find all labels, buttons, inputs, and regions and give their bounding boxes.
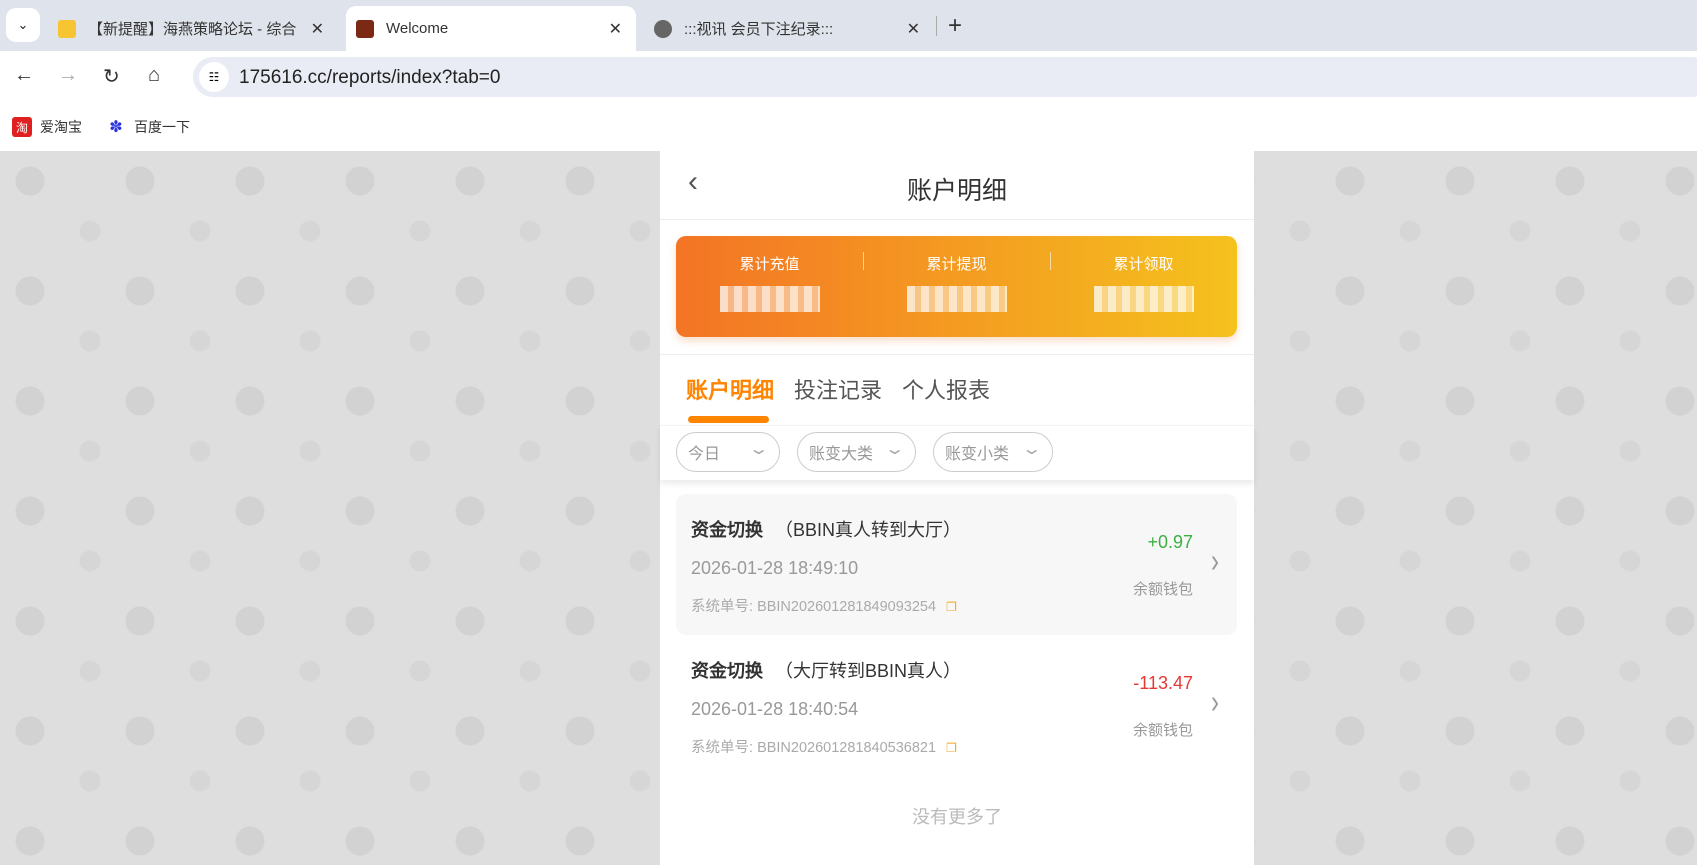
record-item[interactable]: 资金切换 （大厅转到BBIN真人） 2026-01-28 18:40:54 系统单… <box>676 635 1237 776</box>
record-title: 资金切换 （大厅转到BBIN真人） <box>691 657 961 683</box>
bookmark-item[interactable]: ✽ 百度一下 <box>106 117 190 137</box>
close-tab-icon[interactable]: ✕ <box>311 19 324 39</box>
url-text[interactable]: 175616.cc/reports/index?tab=0 <box>239 67 500 89</box>
stat-total-deposit: 累计充值 <box>676 236 863 337</box>
category-filter-select[interactable]: 账变大类 ⌄ <box>797 432 916 472</box>
tab-strip: ⌄ 【新提醒】海燕策略论坛 - 综合 ✕ Welcome ✕ :::视讯 会员下… <box>0 0 1697 51</box>
record-time: 2026-01-28 18:40:54 <box>691 699 859 719</box>
bookmark-label: 爱淘宝 <box>40 119 82 135</box>
browser-toolbar: ← → ↻ ⌂ ☷ 175616.cc/reports/index?tab=0 <box>0 51 1697 101</box>
report-tabs: 账户明细 投注记录 个人报表 <box>686 373 990 405</box>
copy-icon[interactable]: ❐ <box>946 600 957 614</box>
tab-title: :::视讯 会员下注纪录::: <box>684 21 834 38</box>
order-label: 系统单号: <box>691 740 754 756</box>
record-type: 资金切换 <box>691 661 763 681</box>
browser-tab[interactable]: 【新提醒】海燕策略论坛 - 综合 ✕ <box>48 6 338 51</box>
record-time: 2026-01-28 18:49:10 <box>691 558 859 578</box>
close-tab-icon[interactable]: ✕ <box>907 19 920 39</box>
stat-total-withdraw: 累计提现 <box>863 236 1050 337</box>
chevron-down-icon: ⌄ <box>747 441 770 458</box>
order-label: 系统单号: <box>691 599 754 615</box>
home-icon[interactable]: ⌂ <box>148 64 160 87</box>
record-detail: （大厅转到BBIN真人） <box>775 661 962 681</box>
record-title: 资金切换 （BBIN真人转到大厅） <box>691 516 961 542</box>
stat-total-claimed: 累计领取 <box>1050 236 1237 337</box>
tab-personal-report[interactable]: 个人报表 <box>902 373 990 405</box>
subcategory-filter-select[interactable]: 账变小类 ⌄ <box>933 432 1053 472</box>
header: ‹ 账户明细 <box>660 151 1254 220</box>
order-number: BBIN202601281840536821 <box>757 740 937 756</box>
stat-label: 累计充值 <box>739 256 800 273</box>
close-tab-icon[interactable]: ✕ <box>609 19 622 39</box>
tab-search-button[interactable]: ⌄ <box>6 8 40 42</box>
globe-icon <box>654 19 672 38</box>
tab-account-details[interactable]: 账户明细 <box>686 373 774 405</box>
address-bar[interactable]: ☷ 175616.cc/reports/index?tab=0 <box>193 57 1697 97</box>
date-filter-select[interactable]: 今日 ⌄ <box>676 432 780 472</box>
filter-value: 今日 <box>688 446 721 463</box>
account-details-panel: ‹ 账户明细 累计充值 累计提现 累计领取 账户明细 投注记录 个人报表 今日 ⌄… <box>660 151 1254 865</box>
site-logo-icon <box>356 19 374 38</box>
page-title: 账户明细 <box>906 177 1007 205</box>
record-type: 资金切换 <box>691 520 763 540</box>
record-order: 系统单号: BBIN202601281840536821 ❐ <box>691 736 957 757</box>
record-amount: +0.97 <box>1147 532 1193 552</box>
forward-icon[interactable]: → <box>58 64 78 87</box>
filter-value: 账变小类 <box>945 446 1010 463</box>
record-order: 系统单号: BBIN202601281849093254 ❐ <box>691 595 957 616</box>
chevron-right-icon: › <box>1211 683 1219 722</box>
bookmark-label: 百度一下 <box>134 119 190 135</box>
order-number: BBIN202601281849093254 <box>757 599 937 615</box>
site-info-icon[interactable]: ☷ <box>199 62 229 92</box>
stat-label: 累计提现 <box>926 256 987 273</box>
baidu-icon: ✽ <box>109 119 123 136</box>
stat-label: 累计领取 <box>1113 256 1174 273</box>
stat-value-blurred <box>906 286 1007 312</box>
chevron-down-icon: ⌄ <box>1020 441 1043 458</box>
stat-value-blurred <box>719 286 820 312</box>
tab-separator <box>936 16 937 36</box>
stat-value-blurred <box>1093 286 1194 312</box>
active-tab-indicator <box>688 416 769 423</box>
notification-icon <box>58 19 76 38</box>
chevron-down-icon: ⌄ <box>883 441 906 458</box>
back-icon[interactable]: ← <box>14 64 34 87</box>
record-amount: -113.47 <box>1133 673 1193 693</box>
filter-value: 账变大类 <box>809 446 874 463</box>
new-tab-button[interactable]: + <box>948 12 962 40</box>
record-item[interactable]: 资金切换 （BBIN真人转到大厅） 2026-01-28 18:49:10 系统单… <box>676 494 1237 635</box>
record-wallet: 余额钱包 <box>1132 722 1193 739</box>
divider <box>660 354 1254 355</box>
record-wallet: 余额钱包 <box>1132 581 1193 598</box>
tab-title: 【新提醒】海燕策略论坛 - 综合 <box>88 21 297 38</box>
browser-tab[interactable]: :::视讯 会员下注纪录::: ✕ <box>644 6 934 51</box>
taobao-icon: 淘 <box>12 117 32 137</box>
filter-bar: 今日 ⌄ 账变大类 ⌄ 账变小类 ⌄ <box>660 425 1254 480</box>
tab-bet-records[interactable]: 投注记录 <box>794 373 882 405</box>
bookmark-item[interactable]: 淘 爱淘宝 <box>12 117 82 137</box>
browser-tab-active[interactable]: Welcome ✕ <box>346 6 636 51</box>
tab-title: Welcome <box>386 20 449 37</box>
record-detail: （BBIN真人转到大厅） <box>775 520 962 540</box>
bookmarks-bar: 淘 爱淘宝 ✽ 百度一下 <box>0 101 1697 151</box>
copy-icon[interactable]: ❐ <box>946 741 957 755</box>
chevron-right-icon: › <box>1211 542 1219 581</box>
summary-card: 累计充值 累计提现 累计领取 <box>676 236 1237 337</box>
no-more-text: 没有更多了 <box>912 807 1002 827</box>
reload-icon[interactable]: ↻ <box>103 64 120 89</box>
